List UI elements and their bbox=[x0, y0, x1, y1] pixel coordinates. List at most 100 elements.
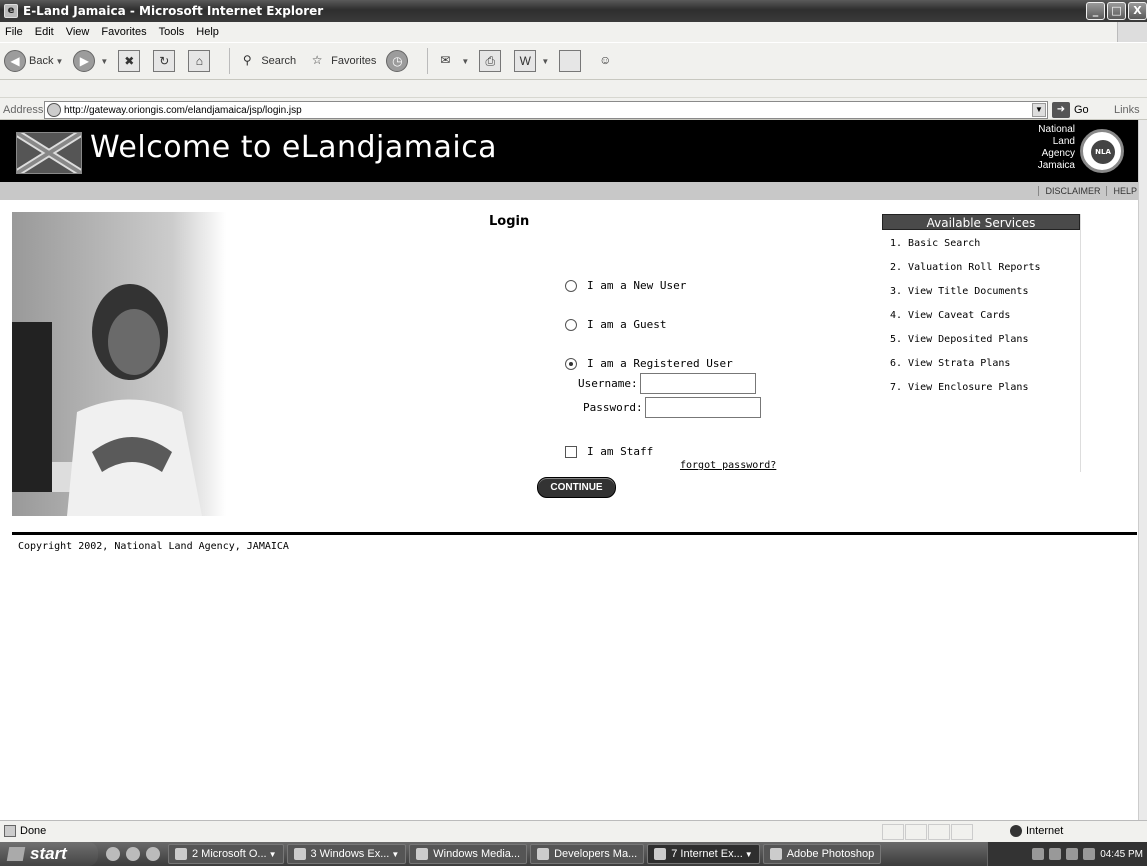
disclaimer-link[interactable]: DISCLAIMER bbox=[1038, 186, 1107, 196]
go-button[interactable]: ➜ Go bbox=[1052, 102, 1089, 118]
username-input[interactable] bbox=[639, 373, 756, 394]
print-button[interactable]: ⎙ bbox=[479, 50, 504, 72]
service-item[interactable]: 4. View Caveat Cards bbox=[882, 308, 1080, 332]
messenger-icon: ☺ bbox=[599, 53, 612, 67]
menu-bar: File Edit View Favorites Tools Help bbox=[0, 22, 1147, 42]
forgot-password-link[interactable]: forgot password? bbox=[680, 460, 776, 471]
password-label: Password: bbox=[583, 401, 643, 414]
security-zone: Internet bbox=[1010, 825, 1063, 837]
close-button[interactable]: X bbox=[1128, 2, 1147, 20]
username-label: Username: bbox=[578, 377, 638, 390]
search-button[interactable]: ⚲ Search bbox=[236, 50, 296, 72]
registered-user-radio[interactable] bbox=[565, 357, 577, 370]
history-button[interactable]: ◷ bbox=[386, 50, 411, 72]
service-item[interactable]: 7. View Enclosure Plans bbox=[882, 380, 1080, 404]
mail-button[interactable]: ✉ ▼ bbox=[434, 50, 469, 72]
outlook-quicklaunch-icon[interactable] bbox=[126, 847, 140, 861]
username-row: Username: bbox=[578, 373, 756, 394]
taskbar-button[interactable]: 3 Windows Ex... ▼ bbox=[286, 844, 407, 864]
vertical-scrollbar[interactable] bbox=[1138, 120, 1147, 820]
guest-option[interactable]: I am a Guest bbox=[565, 318, 666, 331]
volume-icon[interactable] bbox=[1066, 848, 1079, 860]
address-dropdown-icon[interactable]: ▼ bbox=[1032, 103, 1046, 117]
page-icon bbox=[47, 103, 61, 117]
task-label: Developers Ma... bbox=[554, 848, 638, 860]
go-arrow-icon: ➜ bbox=[1052, 102, 1070, 118]
task-label: 3 Windows Ex... bbox=[310, 848, 390, 860]
windows-flag-icon bbox=[6, 847, 26, 861]
service-item[interactable]: 6. View Strata Plans bbox=[882, 356, 1080, 380]
staff-checkbox[interactable] bbox=[565, 445, 577, 458]
agency-line: Jamaica bbox=[1037, 160, 1075, 171]
mail-dropdown-icon[interactable]: ▼ bbox=[461, 57, 469, 66]
menu-tools[interactable]: Tools bbox=[159, 26, 185, 38]
service-item[interactable]: 1. Basic Search bbox=[882, 236, 1080, 260]
nla-seal-text: NLA bbox=[1091, 140, 1115, 164]
taskbar-button[interactable]: Developers Ma... bbox=[530, 844, 645, 864]
task-label: 7 Internet Ex... bbox=[671, 848, 743, 860]
back-label: Back bbox=[29, 55, 54, 67]
staff-option[interactable]: I am Staff bbox=[565, 445, 653, 458]
registered-user-label: I am a Registered User bbox=[587, 357, 733, 370]
photoshop-icon bbox=[769, 848, 782, 860]
home-button[interactable]: ⌂ bbox=[188, 50, 213, 72]
nav-bar: DISCLAIMER HELP bbox=[0, 182, 1147, 200]
status-pane bbox=[951, 824, 973, 840]
forward-button[interactable]: ▶ ▼ bbox=[73, 50, 108, 72]
new-user-option[interactable]: I am a New User bbox=[565, 279, 686, 292]
refresh-button[interactable]: ↻ bbox=[153, 50, 178, 72]
discuss-button[interactable] bbox=[559, 50, 584, 72]
tray-icon[interactable] bbox=[1049, 848, 1062, 860]
home-icon: ⌂ bbox=[188, 50, 211, 72]
service-item[interactable]: 3. View Title Documents bbox=[882, 284, 1080, 308]
edit-dropdown-icon[interactable]: ▼ bbox=[541, 57, 549, 66]
menu-view[interactable]: View bbox=[66, 26, 90, 38]
history-icon: ◷ bbox=[386, 50, 409, 72]
back-dropdown-icon[interactable]: ▼ bbox=[55, 57, 63, 66]
menu-help[interactable]: Help bbox=[196, 26, 219, 38]
continue-button[interactable]: CONTINUE bbox=[537, 477, 616, 498]
taskbar-button[interactable]: Windows Media... bbox=[409, 844, 528, 864]
quick-launch bbox=[106, 847, 160, 861]
guest-radio[interactable] bbox=[565, 318, 577, 331]
ie-quicklaunch-icon[interactable] bbox=[106, 847, 120, 861]
ie-icon: e bbox=[4, 4, 18, 18]
messenger-button[interactable]: ☺ bbox=[594, 50, 619, 72]
taskbar-button[interactable]: Adobe Photoshop bbox=[762, 844, 882, 864]
maximize-button[interactable]: □ bbox=[1107, 2, 1126, 20]
start-button[interactable]: start bbox=[0, 842, 98, 866]
window-title-bar: e E-Land Jamaica - Microsoft Internet Ex… bbox=[0, 0, 1147, 22]
jamaica-flag-icon bbox=[14, 129, 84, 177]
taskbar-button-active[interactable]: 7 Internet Ex... ▼ bbox=[647, 844, 760, 864]
menu-favorites[interactable]: Favorites bbox=[101, 26, 146, 38]
windows-taskbar: start 2 Microsoft O... ▼ 3 Windows Ex...… bbox=[0, 842, 1147, 866]
password-input[interactable] bbox=[644, 397, 761, 418]
window-title: E-Land Jamaica - Microsoft Internet Expl… bbox=[23, 4, 324, 18]
login-title: Login bbox=[489, 214, 530, 229]
back-button[interactable]: ◀ Back ▼ bbox=[4, 50, 63, 72]
taskbar-button[interactable]: 2 Microsoft O... ▼ bbox=[168, 844, 284, 864]
address-url[interactable]: http://gateway.oriongis.com/elandjamaica… bbox=[64, 105, 302, 116]
forward-arrow-icon: ▶ bbox=[73, 50, 96, 72]
edit-button[interactable]: W ▼ bbox=[514, 50, 549, 72]
copyright-text: Copyright 2002, National Land Agency, JA… bbox=[18, 541, 289, 552]
services-header: Available Services bbox=[882, 214, 1080, 230]
links-button[interactable]: Links bbox=[1114, 104, 1140, 116]
service-item[interactable]: 5. View Deposited Plans bbox=[882, 332, 1080, 356]
service-item[interactable]: 2. Valuation Roll Reports bbox=[882, 260, 1080, 284]
menu-edit[interactable]: Edit bbox=[35, 26, 54, 38]
app-icon bbox=[175, 848, 187, 860]
new-user-radio[interactable] bbox=[565, 279, 577, 292]
task-label: 2 Microsoft O... bbox=[192, 848, 267, 860]
tray-icon[interactable] bbox=[1032, 848, 1045, 860]
network-icon[interactable] bbox=[1083, 848, 1096, 860]
media-quicklaunch-icon[interactable] bbox=[146, 847, 160, 861]
forward-dropdown-icon[interactable]: ▼ bbox=[100, 57, 108, 66]
favorites-button[interactable]: ☆ Favorites bbox=[306, 50, 377, 72]
registered-user-option[interactable]: I am a Registered User bbox=[565, 357, 733, 370]
menu-file[interactable]: File bbox=[5, 26, 23, 38]
address-input[interactable]: http://gateway.oriongis.com/elandjamaica… bbox=[44, 101, 1048, 119]
media-player-icon bbox=[416, 848, 429, 860]
minimize-button[interactable]: _ bbox=[1086, 2, 1105, 20]
stop-button[interactable]: ✖ bbox=[118, 50, 143, 72]
